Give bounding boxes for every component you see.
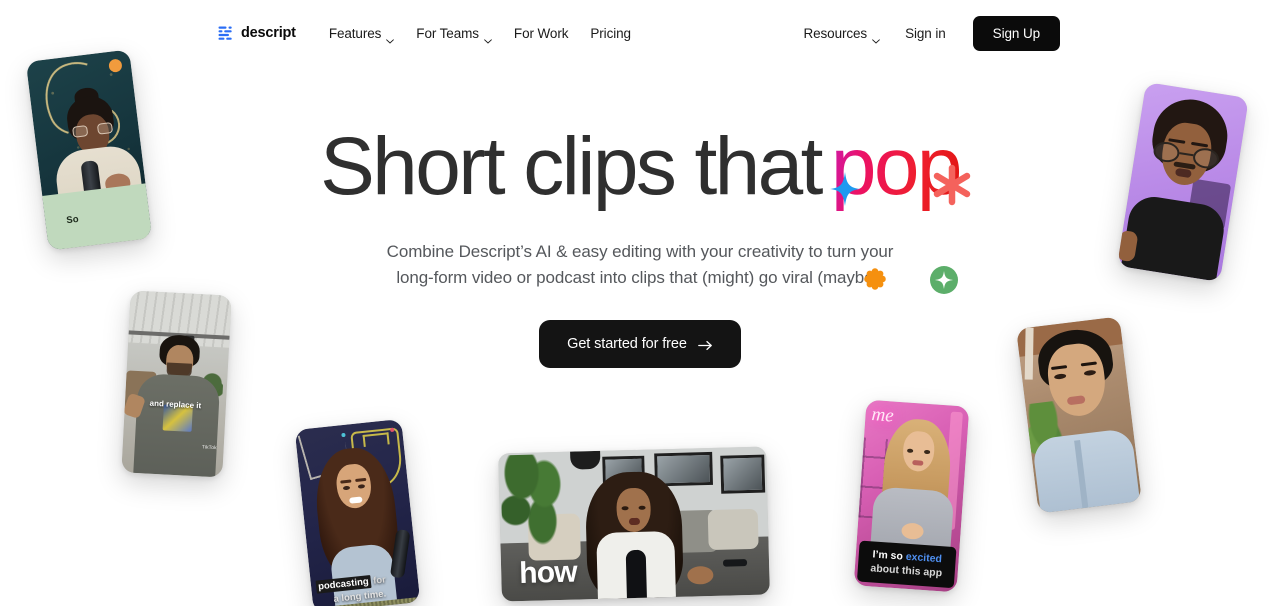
wall-frame: [720, 454, 766, 494]
remote-control: [722, 559, 748, 567]
plant: [500, 453, 573, 548]
card-studio-guy[interactable]: TikTok and replace it: [121, 290, 232, 478]
card-caption-text: and replace it: [149, 398, 202, 411]
sign-up-button[interactable]: Sign Up: [972, 15, 1060, 51]
card-outdoor-woman[interactable]: [1016, 316, 1142, 514]
subheadline-line-2: long-form video or podcast into clips th…: [396, 268, 884, 287]
nav-item-pricing[interactable]: Pricing: [579, 20, 642, 47]
card-caption-text: So: [65, 213, 80, 227]
green-circle-sparkle-icon: [929, 226, 958, 294]
card-caption-accent: excited: [905, 550, 943, 566]
card-how-living-room[interactable]: how: [498, 446, 770, 602]
nav-item-for-work[interactable]: For Work: [503, 20, 579, 47]
chevron-down-icon: [484, 32, 492, 44]
headline-accent-text: pop: [821, 121, 963, 212]
page-title: Short clips that pop: [320, 126, 971, 294]
card-caption-rest: for: [370, 574, 387, 587]
get-started-button[interactable]: Get started for free: [539, 320, 741, 368]
landing-page: descript Features For Teams For Work Pri…: [0, 0, 1280, 606]
card-podcasting-woman[interactable]: podcasting for a long time.: [294, 418, 421, 606]
headline-plain-text: Short clips that: [320, 121, 823, 212]
nav-right-group: Resources Sign in Sign Up: [792, 15, 1060, 51]
chevron-down-icon: [386, 32, 395, 44]
arrow-right-icon: [697, 339, 713, 350]
card-podcaster-microphone[interactable]: So: [25, 49, 153, 251]
tiktok-watermark: TikTok: [201, 444, 217, 452]
card-caption-text: how: [518, 555, 578, 591]
pillar: [1024, 327, 1034, 380]
cta-container: Get started for free: [539, 320, 741, 368]
card-purple-bg-man[interactable]: [1117, 82, 1249, 282]
card-caption-plain: I’m so: [872, 548, 907, 563]
brand-name-text: descript: [241, 25, 296, 41]
nav-item-pricing-label: Pricing: [590, 25, 631, 41]
neon-sign-text: me: [870, 404, 895, 427]
pillow: [707, 508, 759, 551]
card-photo: [1016, 316, 1142, 514]
nav-left-group: descript Features For Teams For Work Pri…: [218, 20, 642, 47]
card-caption-bar: So: [42, 183, 153, 251]
card-excited-pink[interactable]: me I’m so excited about this app: [853, 399, 970, 593]
sign-in-link[interactable]: Sign in: [893, 20, 958, 47]
nav-item-features-label: Features: [328, 25, 382, 41]
nav-item-resources-label: Resources: [803, 25, 868, 41]
nav-item-resources[interactable]: Resources: [792, 20, 891, 47]
chevron-down-icon: [872, 32, 880, 44]
hero-subheadline: Combine Descript’s AI & easy editing wit…: [387, 239, 894, 291]
card-photo: [1117, 82, 1249, 282]
brand-logo-link[interactable]: descript: [218, 25, 296, 42]
nav-item-features[interactable]: Features: [318, 20, 405, 47]
get-started-button-label: Get started for free: [567, 336, 687, 352]
card-caption-box: I’m so excited about this app: [856, 540, 957, 589]
microphone: [625, 549, 647, 599]
descript-waveform-logo-icon: [218, 25, 235, 42]
nav-item-for-teams-label: For Teams: [416, 25, 479, 41]
nav-item-for-teams[interactable]: For Teams: [405, 20, 503, 47]
subheadline-line-1: Combine Descript’s AI & easy editing wit…: [386, 242, 894, 261]
card-caption-bar: how: [519, 556, 577, 591]
nav-item-for-work-label: For Work: [513, 25, 569, 41]
top-navigation-bar: descript Features For Teams For Work Pri…: [0, 0, 1280, 66]
